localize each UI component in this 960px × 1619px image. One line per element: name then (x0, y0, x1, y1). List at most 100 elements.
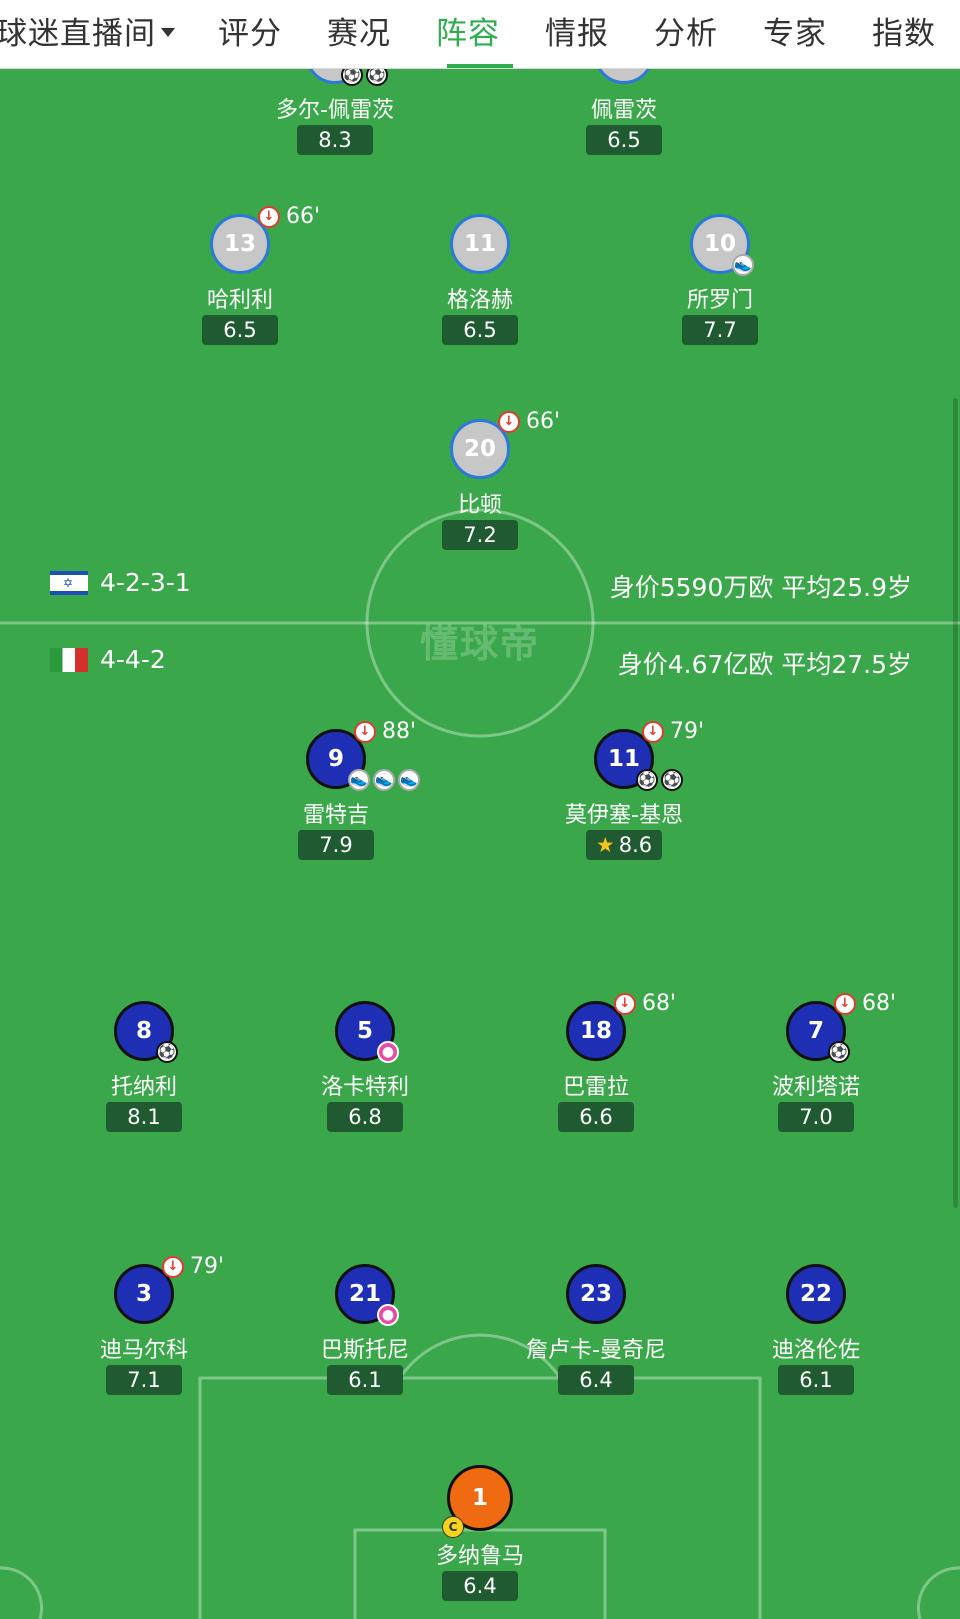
player-away-13[interactable]: 13 ↓ 66' 哈利利 6.5 (140, 204, 340, 364)
player-rating: 7.9 (298, 830, 374, 860)
sub-off-arrow-icon: ↓ (354, 720, 376, 743)
player-name: 迪马尔科 (99, 1338, 188, 1363)
tab-ratings[interactable]: 评分 (218, 8, 282, 53)
player-away-dor-peretz[interactable]: ⚽ ⚽ 多尔-佩雷茨 8.3 (235, 68, 435, 174)
player-home-5[interactable]: 5 ● 洛卡特利 6.8 (265, 1001, 465, 1151)
player-name: 比顿 (457, 493, 502, 518)
player-events: ⚽ ⚽ (341, 68, 388, 86)
substitution-indicator: ↓ 88' (354, 719, 416, 744)
player-rating: 6.5 (202, 315, 278, 345)
home-formation: 4-4-2 (50, 645, 166, 674)
player-rating: 8.1 (106, 1102, 182, 1132)
substitution-indicator: ↓ 66' (258, 204, 320, 229)
rating-value: 8.6 (618, 833, 653, 857)
goal-icon: ⚽ (156, 1041, 178, 1063)
substitution-indicator: ↓ 79' (162, 1254, 224, 1279)
sub-off-arrow-icon: ↓ (258, 205, 280, 228)
player-number-circle: 11 (450, 214, 510, 274)
scrollbar[interactable] (953, 398, 958, 1208)
goal-icon: ⚽ (341, 68, 363, 86)
tab-match-events[interactable]: 赛况 (327, 8, 391, 53)
player-rating: 6.4 (558, 1365, 634, 1395)
player-rating: 7.7 (682, 315, 758, 345)
player-name: 詹卢卡-曼奇尼 (526, 1338, 666, 1363)
israel-flag-icon: ✡ (50, 570, 88, 595)
player-name: 洛卡特利 (320, 1075, 409, 1100)
substitution-indicator: ↓ 68' (834, 991, 896, 1016)
sub-minute: 68' (642, 991, 677, 1016)
captain-badge-icon: C (442, 1516, 464, 1538)
tab-analysis[interactable]: 分析 (654, 8, 718, 53)
player-rating: ★ 8.6 (586, 830, 662, 860)
player-home-18[interactable]: 18 ↓ 68' 巴雷拉 6.6 (496, 991, 696, 1151)
player-name: 雷特吉 (302, 803, 369, 828)
goal-icon: ⚽ (661, 769, 683, 791)
player-rating: 6.5 (442, 315, 518, 345)
player-rating: 7.1 (106, 1365, 182, 1395)
player-away-11[interactable]: 11 格洛赫 6.5 (380, 214, 580, 364)
pink-ball-icon: ● (377, 1041, 399, 1063)
goal-icon: ⚽ (366, 68, 388, 86)
player-rating: 7.0 (778, 1102, 854, 1132)
tab-experts[interactable]: 专家 (763, 8, 827, 53)
sub-off-arrow-icon: ↓ (614, 992, 636, 1015)
player-events: 👟 (732, 254, 754, 276)
home-squad-value: 身价4.67亿欧 平均27.5岁 (617, 650, 912, 679)
player-number-circle: 22 (786, 1264, 846, 1324)
sub-minute: 79' (190, 1254, 225, 1279)
player-name: 多尔-佩雷茨 (276, 98, 394, 123)
player-name: 托纳利 (110, 1075, 177, 1100)
player-name: 佩雷茨 (590, 98, 657, 123)
mvp-star-icon: ★ (595, 833, 615, 857)
player-rating: 6.5 (586, 125, 662, 155)
sub-off-arrow-icon: ↓ (834, 992, 856, 1015)
player-home-11[interactable]: 11 ↓ 79' ⚽ ⚽ 莫伊塞-基恩 ★ 8.6 (524, 719, 724, 879)
player-home-3[interactable]: 3 ↓ 79' 迪马尔科 7.1 (44, 1254, 244, 1414)
player-events: ⚽ ⚽ (636, 769, 683, 791)
player-events: ⚽ (156, 1041, 178, 1063)
goal-icon: ⚽ (828, 1041, 850, 1063)
tab-lineup[interactable]: 阵容 (436, 8, 500, 53)
player-rating: 6.4 (442, 1571, 518, 1601)
match-tab-bar: 球迷直播间 评分 赛况 阵容 情报 分析 专家 指数 (0, 0, 960, 69)
player-name: 迪洛伦佐 (771, 1338, 860, 1363)
player-number-circle: 23 (566, 1264, 626, 1324)
goal-icon: ⚽ (636, 769, 658, 791)
player-name: 巴雷拉 (562, 1075, 629, 1100)
player-home-23[interactable]: 23 詹卢卡-曼奇尼 6.4 (496, 1264, 696, 1414)
tab-fan-live[interactable]: 球迷直播间 (0, 8, 175, 53)
substitution-indicator: ↓ 66' (498, 409, 560, 434)
dongqiudi-watermark: 懂球帝 (419, 622, 540, 666)
player-home-22[interactable]: 22 迪洛伦佐 6.1 (716, 1264, 916, 1414)
player-events: ● (377, 1304, 399, 1326)
lineup-pitch[interactable]: 懂球帝 ✡ 4-2-3-1 身价5590万欧 平均25.9岁 4-4-2 身价4… (0, 68, 960, 1619)
player-home-8[interactable]: 8 ⚽ 托纳利 8.1 (44, 1001, 244, 1151)
player-away-20[interactable]: 20 ↓ 66' 比顿 7.2 (380, 409, 580, 569)
assist-boot-icon: 👟 (398, 769, 420, 791)
away-formation-label: 4-2-3-1 (100, 568, 191, 597)
tab-label: 球迷直播间 (0, 16, 156, 52)
player-name: 多纳鲁马 (435, 1544, 524, 1569)
player-events: ⚽ (828, 1041, 850, 1063)
player-home-21[interactable]: 21 ● 巴斯托尼 6.1 (265, 1264, 465, 1414)
player-name: 波利塔诺 (771, 1075, 860, 1100)
player-rating: 6.1 (327, 1365, 403, 1395)
sub-off-arrow-icon: ↓ (162, 1255, 184, 1278)
player-events: ● (377, 1041, 399, 1063)
player-home-9[interactable]: 9 ↓ 88' 👟 👟 👟 雷特吉 7.9 (236, 719, 436, 879)
chevron-down-icon[interactable] (161, 28, 175, 37)
player-home-7[interactable]: 7 ↓ 68' ⚽ 波利塔诺 7.0 (716, 991, 916, 1151)
sub-minute: 66' (286, 204, 321, 229)
player-home-1[interactable]: 1 C 多纳鲁马 6.4 (380, 1465, 580, 1619)
player-away-peretz[interactable]: 佩雷茨 6.5 (524, 68, 724, 174)
substitution-indicator: ↓ 79' (642, 719, 704, 744)
tab-odds[interactable]: 指数 (872, 8, 936, 53)
active-tab-indicator (447, 64, 513, 68)
tab-intel[interactable]: 情报 (545, 8, 609, 53)
sub-minute: 66' (526, 409, 561, 434)
sub-minute: 88' (382, 719, 417, 744)
player-rating: 6.1 (778, 1365, 854, 1395)
player-away-10[interactable]: 10 👟 所罗门 7.7 (620, 214, 820, 364)
italy-flag-icon (50, 647, 88, 672)
player-name: 莫伊塞-基恩 (565, 803, 683, 828)
